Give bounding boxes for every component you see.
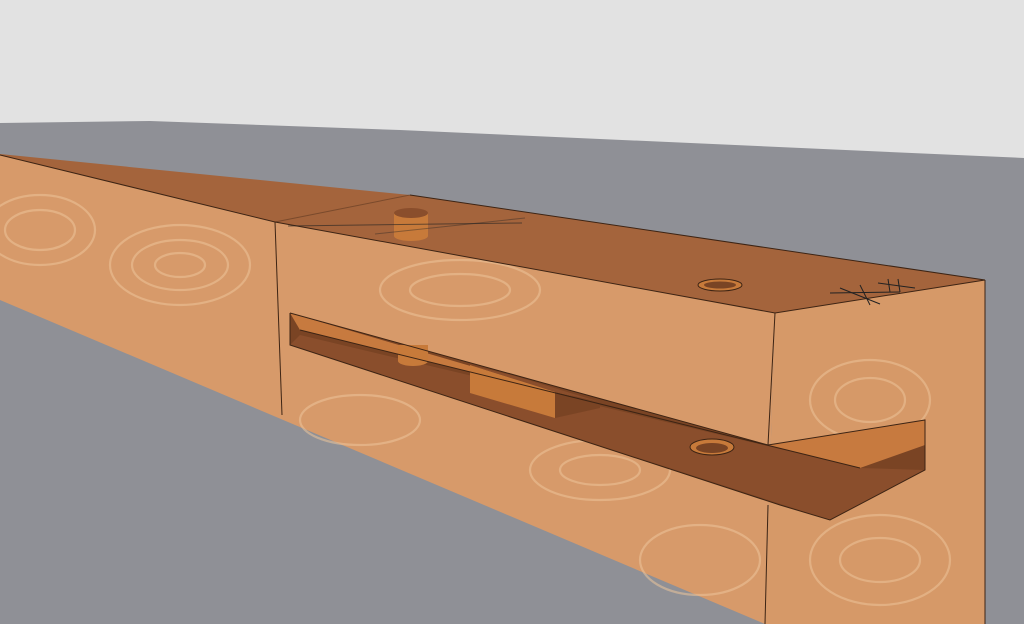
slot-floor-hole-inner bbox=[696, 443, 728, 453]
modeling-viewport[interactable] bbox=[0, 0, 1024, 624]
top-face-hole-inner bbox=[704, 281, 736, 289]
